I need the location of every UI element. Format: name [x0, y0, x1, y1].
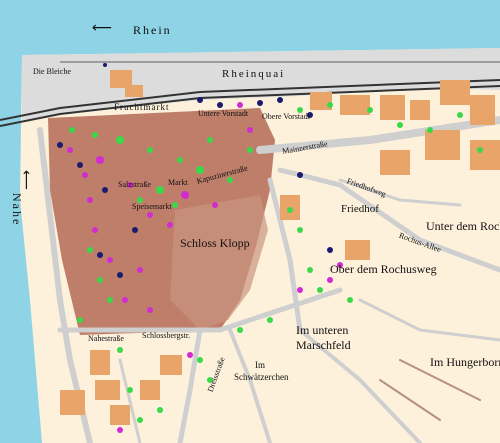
area-im-schwaetzerchen-line2: Schwätzerchen — [234, 372, 289, 382]
rhein-arrow-icon: ⟵ — [92, 20, 113, 36]
rhein-label: Rhein — [133, 23, 172, 37]
area-friedhof: Friedhof — [341, 203, 379, 215]
nahe-arrow-icon: ⟵ — [18, 169, 35, 191]
area-im-unteren-line2: Marschfeld — [296, 338, 351, 352]
street-obere-vorstadt: Obere Vorstadt — [262, 112, 310, 121]
street-speisemarkt: Speisemarkt — [132, 202, 172, 211]
street-untere-vorstadt: Untere Vorstadt — [198, 109, 249, 118]
street-salzstrasse: Salzstraße — [118, 180, 151, 189]
area-im-hungerborn: Im Hungerborn — [430, 355, 500, 369]
area-im-unteren-line1: Im unteren — [296, 323, 349, 337]
street-nahestrasse: Nahestraße — [88, 334, 124, 343]
area-im-schwaetzerchen-line1: Im — [255, 360, 265, 370]
street-markt: Markt — [168, 178, 188, 187]
area-ober-dem-rochusweg: Ober dem Rochusweg — [330, 262, 437, 276]
area-unter-dem-rochus: Unter dem Roch — [426, 219, 500, 233]
nahe-label: Nahe — [10, 193, 24, 227]
area-die-bleiche: Die Bleiche — [33, 67, 71, 76]
street-rheinquai: Rheinquai — [222, 68, 286, 80]
street-schlossbergstr: Schlossbergstr. — [142, 331, 191, 340]
area-schloss-klopp: Schloss Klopp — [180, 236, 250, 250]
street-fruchtmarkt: Fruchtmarkt — [114, 102, 170, 112]
